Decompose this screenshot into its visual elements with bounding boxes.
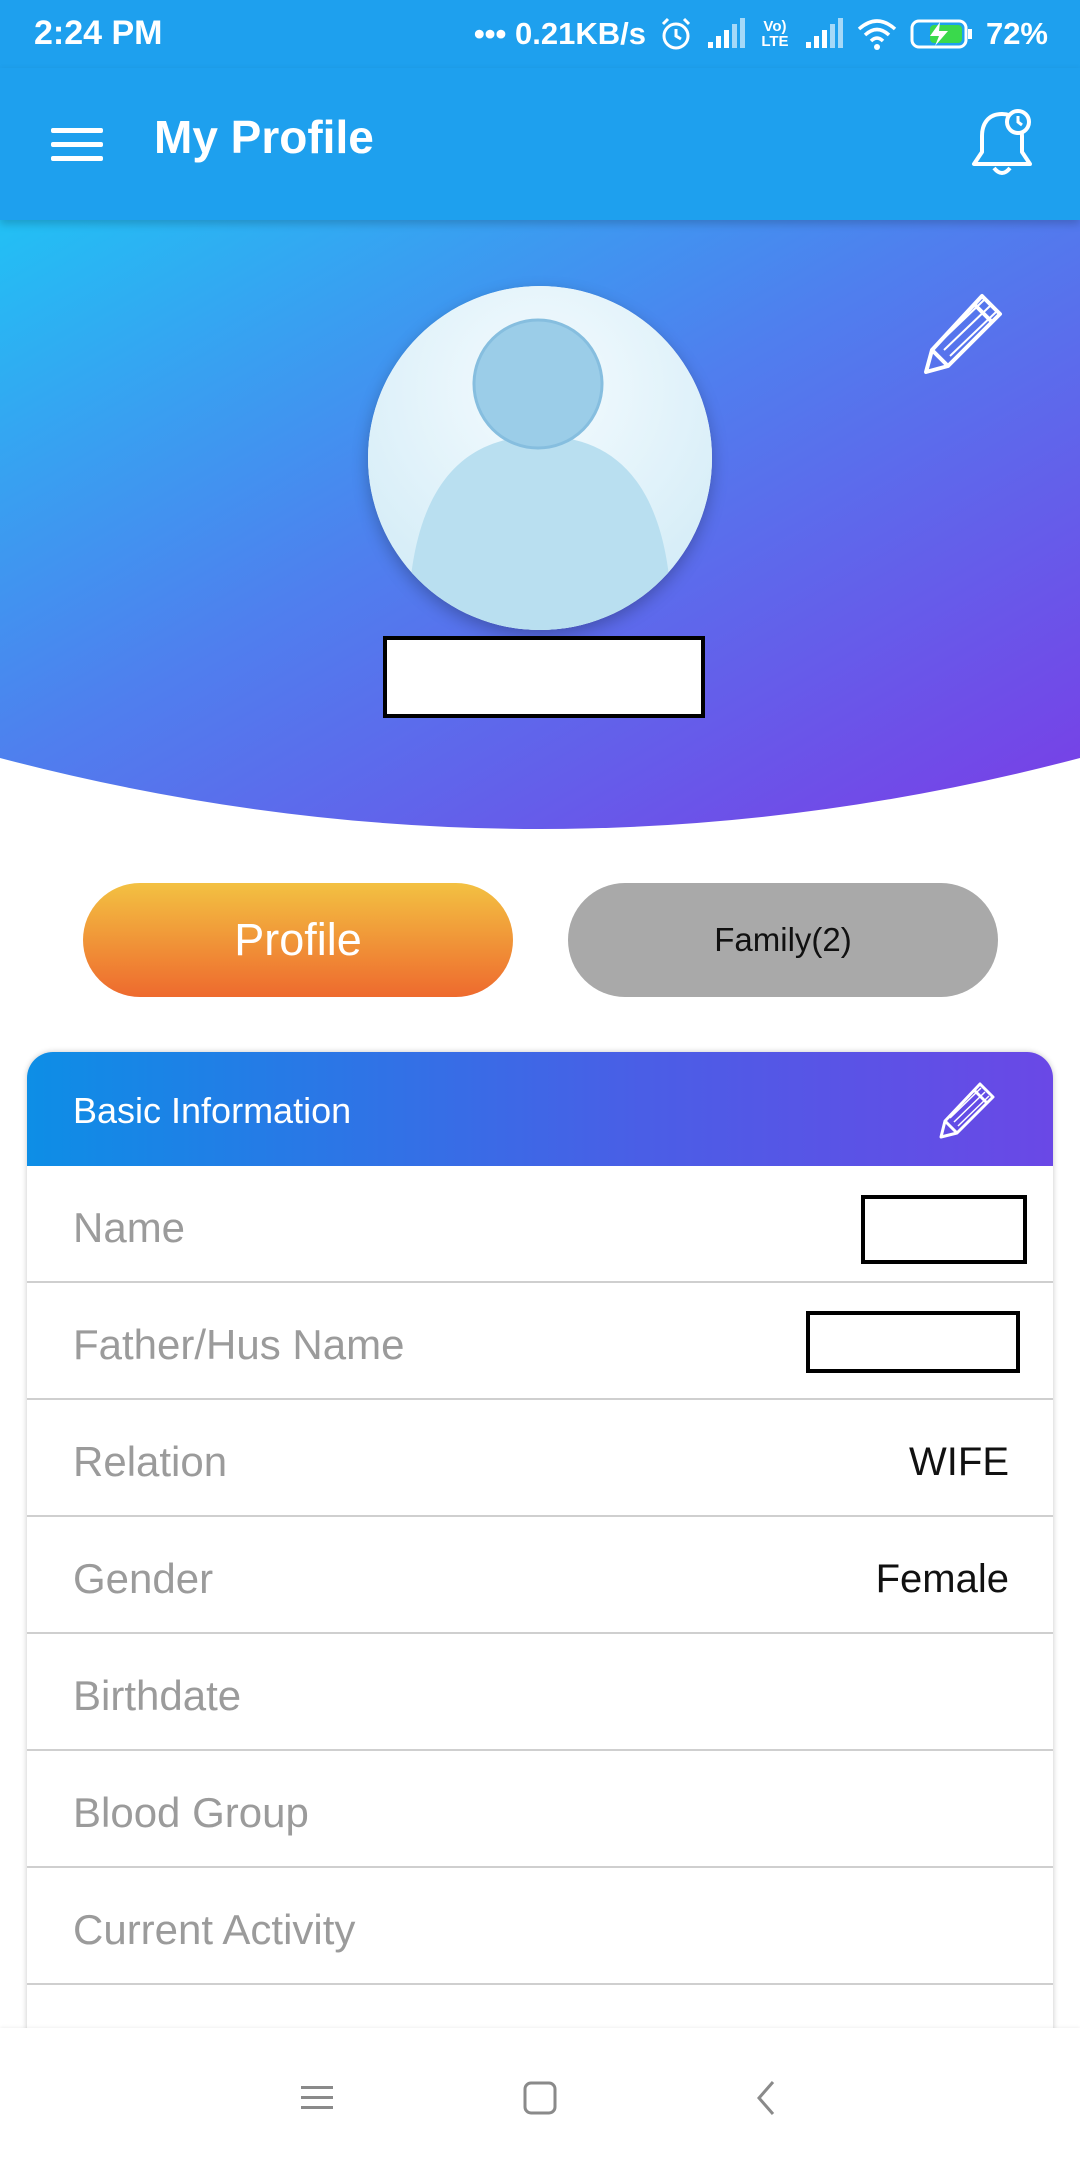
app-bar: My Profile [0,68,1080,220]
back-icon [757,2081,775,2115]
card-title: Basic Information [73,1090,352,1131]
volte-badge: Vo) LTE [761,18,789,50]
row-label: Birthdate [73,1672,242,1719]
row-value: WIFE [909,1440,1009,1484]
row-label: Relation [73,1438,228,1485]
row-value: Female [875,1557,1009,1601]
father-name-value-redacted [806,1311,1020,1373]
bell-icon [972,109,1032,175]
status-bar: 2:24 PM ••• 0.21KB/s Vo) LTE 72% [0,0,1080,68]
tab-family[interactable]: Family(2) [568,883,998,997]
back-button[interactable] [741,2072,793,2124]
recent-apps-icon [301,2086,333,2109]
row-label: Current Activity [73,1906,356,1953]
hamburger-menu-icon [51,128,103,161]
row-label: Blood Group [73,1789,309,1836]
person-placeholder-icon [368,286,712,630]
notifications-button[interactable] [966,106,1038,182]
pencil-icon [939,1082,995,1139]
home-icon [523,2081,557,2115]
signal-icon-2 [805,18,843,48]
edit-photo-button[interactable] [916,286,1010,380]
network-speed: ••• 0.21KB/s [473,16,646,51]
signal-icon [707,18,745,48]
system-navigation-bar [0,2028,1080,2160]
row-label: Name [73,1204,186,1251]
row-label: Gender [73,1555,214,1602]
edit-basic-info-button[interactable] [935,1078,999,1142]
alarm-icon [661,17,691,50]
battery-charging-icon [910,19,972,49]
info-row-blood-group: Blood Group [27,1751,1053,1868]
info-row-gender: Gender Female [27,1517,1053,1634]
avatar[interactable] [368,286,712,630]
status-time: 2:24 PM [34,14,163,52]
pencil-icon [924,294,1002,374]
battery-percent: 72% [985,16,1048,51]
basic-information-card: Basic Information Name Father/Hus Name R… [27,1052,1053,2032]
recent-apps-button[interactable] [291,2072,343,2124]
status-icons: ••• 0.21KB/s Vo) LTE 72% [474,12,1048,56]
page-title: My Profile [154,111,374,163]
profile-header [0,220,1080,830]
row-label: Father/Hus Name [73,1321,405,1368]
info-row-name: Name [27,1166,1053,1283]
info-row-father-name: Father/Hus Name [27,1283,1053,1400]
card-header: Basic Information [27,1052,1053,1166]
user-name-redacted [383,636,705,718]
name-value-redacted [861,1195,1027,1264]
wifi-icon [857,19,897,50]
info-row-birthdate: Birthdate [27,1634,1053,1751]
home-button[interactable] [514,2072,566,2124]
tab-profile[interactable]: Profile [83,883,513,997]
menu-button[interactable] [40,116,114,172]
info-row-current-activity: Current Activity [27,1868,1053,1985]
info-row-relation: Relation WIFE [27,1400,1053,1517]
